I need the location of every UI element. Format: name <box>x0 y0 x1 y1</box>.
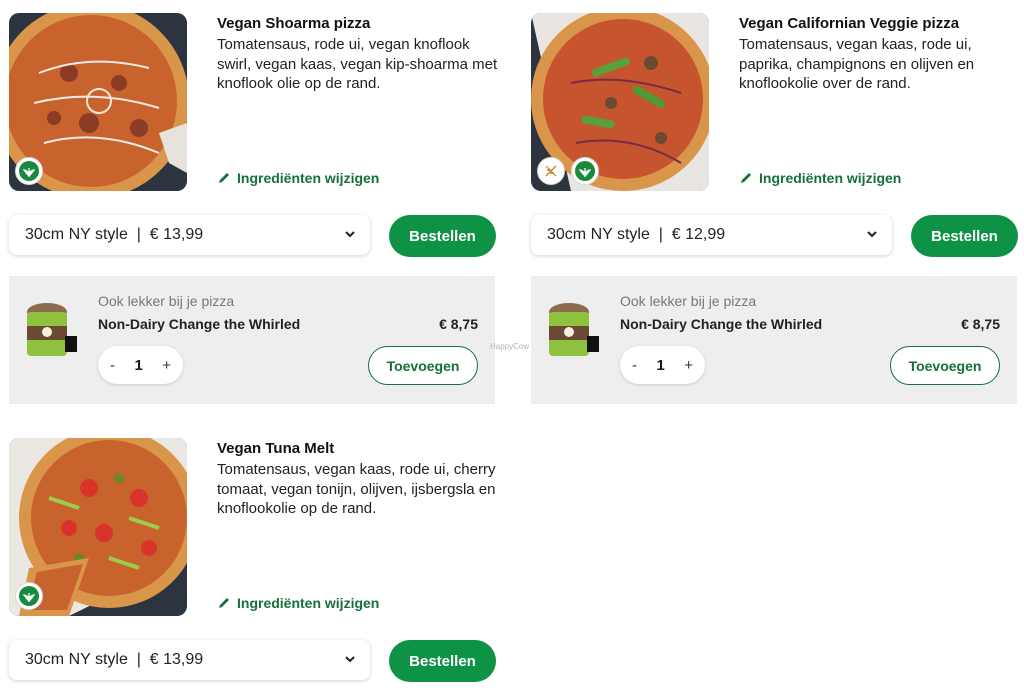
product-description: Tomatensaus, vegan kaas, rode ui, cherry… <box>217 461 496 517</box>
edit-ingredients-link[interactable]: Ingrediënten wijzigen <box>217 170 379 186</box>
vegan-icon <box>19 586 39 606</box>
edit-ingredients-label: Ingrediënten wijzigen <box>237 595 380 611</box>
upsell-caption: Ook lekker bij je pizza <box>98 293 235 309</box>
size-select[interactable]: 30cm NY style | € 13,99 <box>9 215 370 255</box>
watermark: HappyCow <box>490 342 530 351</box>
quantity-value: 1 <box>656 356 665 374</box>
vegan-badge <box>15 582 43 610</box>
vegan-badge <box>571 157 599 185</box>
order-button[interactable]: Bestellen <box>389 640 496 682</box>
upsell-price: € 8,75 <box>439 316 478 332</box>
upsell-price: € 8,75 <box>961 316 1000 332</box>
size-select[interactable]: 30cm NY style | € 12,99 <box>531 215 892 255</box>
chevron-down-icon <box>345 656 355 663</box>
increment-button[interactable]: + <box>162 357 171 374</box>
pizza-image[interactable] <box>9 13 187 191</box>
product-title: Vegan Tuna Melt <box>217 440 335 457</box>
increment-button[interactable]: + <box>684 357 693 374</box>
size-select-value: 30cm NY style | € 13,99 <box>25 651 204 668</box>
quantity-stepper: - 1 + <box>98 346 183 384</box>
edit-ingredients-link[interactable]: Ingrediënten wijzigen <box>217 595 379 611</box>
add-button[interactable]: Toevoegen <box>890 346 1000 385</box>
ice-cream-image[interactable] <box>21 298 85 366</box>
decrement-button[interactable]: - <box>110 357 115 374</box>
chevron-down-icon <box>345 231 355 238</box>
product-title: Vegan Californian Veggie pizza <box>739 15 960 32</box>
upsell-name: Non-Dairy Change the Whirled <box>98 316 301 332</box>
upsell-name: Non-Dairy Change the Whirled <box>620 316 823 332</box>
edit-ingredients-label: Ingrediënten wijzigen <box>237 170 380 186</box>
upsell-panel: Ook lekker bij je pizza Non-Dairy Change… <box>531 276 1017 404</box>
quantity-value: 1 <box>134 356 143 374</box>
wheat-badge <box>537 157 565 185</box>
decrement-button[interactable]: - <box>632 357 637 374</box>
size-select[interactable]: 30cm NY style | € 13,99 <box>9 640 370 680</box>
pencil-icon <box>219 173 229 183</box>
add-button[interactable]: Toevoegen <box>368 346 478 385</box>
quantity-stepper: - 1 + <box>620 346 705 384</box>
size-select-value: 30cm NY style | € 12,99 <box>547 226 726 243</box>
upsell-caption: Ook lekker bij je pizza <box>620 293 757 309</box>
chevron-down-icon <box>867 231 877 238</box>
product-card-californian: Vegan Californian Veggie pizza Tomatensa… <box>531 13 1021 404</box>
edit-ingredients-link[interactable]: Ingrediënten wijzigen <box>739 170 901 186</box>
upsell-panel: Ook lekker bij je pizza Non-Dairy Change… <box>9 276 495 404</box>
wheat-icon <box>541 161 561 181</box>
edit-ingredients-label: Ingrediënten wijzigen <box>759 170 902 186</box>
vegan-icon <box>575 161 595 181</box>
order-button[interactable]: Bestellen <box>389 215 496 257</box>
size-select-value: 30cm NY style | € 13,99 <box>25 226 204 243</box>
product-card-shoarma: Vegan Shoarma pizza Tomatensaus, rode ui… <box>9 13 499 404</box>
product-title: Vegan Shoarma pizza <box>217 15 371 32</box>
product-description: Tomatensaus, vegan kaas, rode ui, paprik… <box>739 36 975 92</box>
pizza-image[interactable] <box>9 438 187 616</box>
vegan-icon <box>19 161 39 181</box>
pencil-icon <box>741 173 751 183</box>
product-card-tuna-melt: Vegan Tuna Melt Tomatensaus, vegan kaas,… <box>9 438 499 688</box>
order-button[interactable]: Bestellen <box>911 215 1018 257</box>
pencil-icon <box>219 598 229 608</box>
vegan-badge <box>15 157 43 185</box>
pizza-image[interactable] <box>531 13 709 191</box>
product-description: Tomatensaus, rode ui, vegan knoflook swi… <box>217 36 498 92</box>
ice-cream-image[interactable] <box>543 298 607 366</box>
